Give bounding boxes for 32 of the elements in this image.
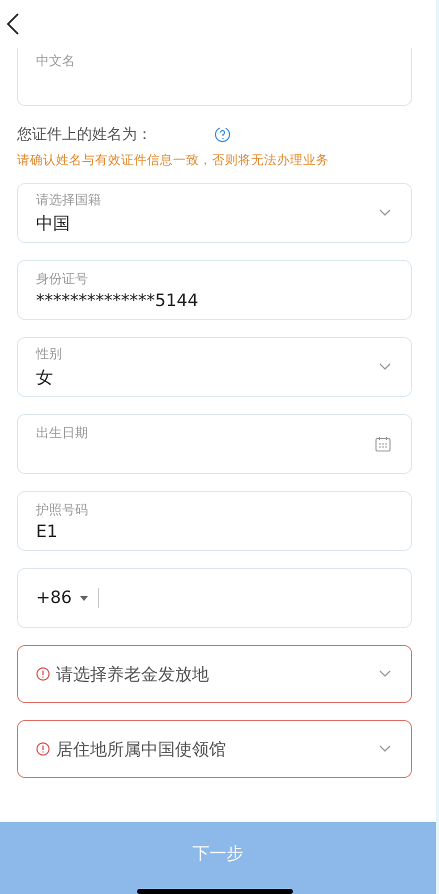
field-placeholder: 请选择养老金发放地 — [56, 664, 209, 686]
error-field[interactable]: 居住地所属中国使领馆 — [17, 720, 412, 778]
chevron-down-icon — [379, 363, 391, 371]
field-value: 女 — [36, 367, 54, 389]
dropdown-triangle-icon — [80, 596, 88, 600]
field-value: **************5144 — [36, 290, 200, 310]
field-label: 护照号码 — [36, 502, 89, 518]
field-label: 出生日期 — [36, 424, 89, 442]
chevron-down-icon — [379, 745, 391, 753]
field-value: E1 — [36, 522, 59, 542]
country-code[interactable]: +86 — [36, 588, 72, 608]
error-field[interactable]: 请选择养老金发放地 — [17, 645, 412, 703]
form-field[interactable]: 请选择国籍 中国 — [17, 183, 412, 243]
chevron-down-icon — [379, 209, 391, 217]
help-icon[interactable] — [214, 126, 231, 143]
alert-icon — [36, 667, 50, 681]
name-notice: 您证件上的姓名为： — [17, 125, 152, 144]
alert-icon — [36, 742, 50, 756]
field-label: 中文名 — [36, 53, 76, 70]
form-field[interactable]: 身份证号 **************5144 — [17, 260, 412, 320]
field-placeholder: 居住地所属中国使领馆 — [56, 738, 226, 760]
warning-text: 请确认姓名与有效证件信息一致，否则将无法办理业务 — [17, 152, 330, 169]
field-label: 请选择国籍 — [36, 192, 102, 209]
chevron-down-icon — [379, 670, 391, 678]
form-field[interactable]: 性别 女 — [17, 337, 412, 397]
back-icon[interactable] — [6, 12, 20, 36]
calendar-icon — [375, 436, 391, 452]
form-field[interactable]: +86 — [17, 568, 412, 628]
field-value: 中国 — [36, 213, 71, 235]
field-label: 身份证号 — [36, 270, 89, 288]
form-field[interactable]: 护照号码 E1 — [17, 491, 412, 551]
field-label: 性别 — [36, 346, 63, 363]
